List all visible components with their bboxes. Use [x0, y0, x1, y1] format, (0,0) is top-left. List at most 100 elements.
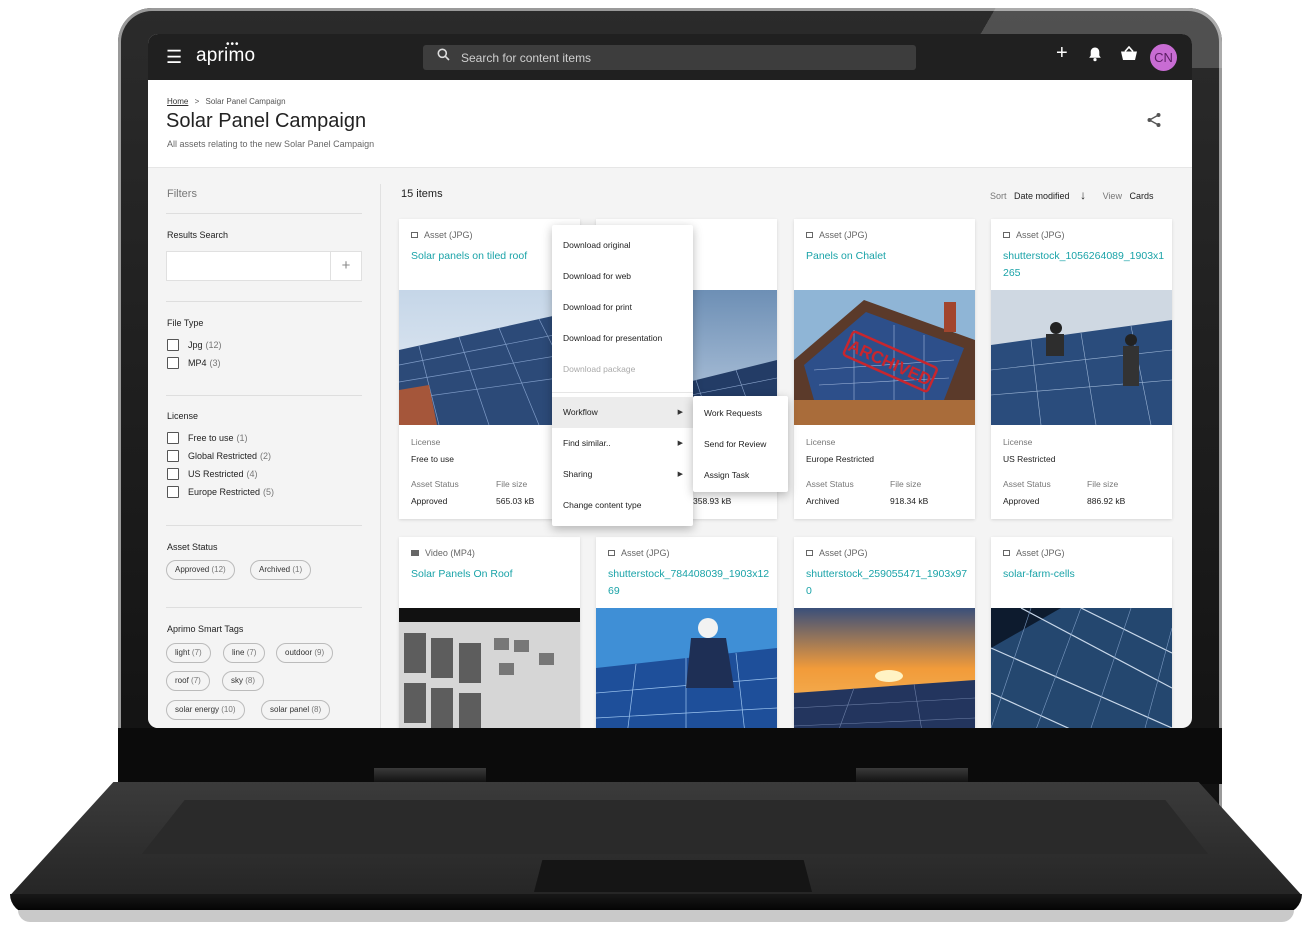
checkbox[interactable]	[167, 339, 179, 351]
filter-license-global[interactable]: Global Restricted (2)	[167, 450, 271, 462]
license-heading: License	[167, 411, 199, 421]
asset-title-link[interactable]: shutterstock_784408039_1903x1269	[608, 566, 770, 600]
menu-item-change-content-type[interactable]: Change content type	[552, 490, 693, 521]
checkbox[interactable]	[167, 432, 179, 444]
add-search-button[interactable]: +	[330, 252, 361, 280]
menu-item-download-print[interactable]: Download for print	[552, 292, 693, 323]
view-dropdown[interactable]: Cards	[1129, 191, 1153, 201]
asset-title-link[interactable]: Solar Panels On Roof	[411, 566, 573, 583]
items-count: 15 items	[401, 188, 443, 200]
image-type-icon	[1003, 550, 1010, 556]
filter-label: Europe Restricted	[188, 487, 261, 497]
breadcrumb-current: Solar Panel Campaign	[205, 97, 286, 106]
asset-title-link[interactable]: shutterstock_1056264089_1903x1265	[1003, 248, 1165, 282]
laptop-chin	[118, 728, 1222, 784]
tag-chip-roof[interactable]: roof (7)	[166, 671, 210, 691]
asset-card[interactable]: Asset (JPG) shutterstock_259055471_1903x…	[794, 537, 975, 728]
image-type-icon	[608, 550, 615, 556]
sort-direction-icon[interactable]: ↓	[1080, 188, 1086, 202]
filter-count: (1)	[236, 433, 248, 443]
tag-chip-sky[interactable]: sky (8)	[222, 671, 265, 691]
workflow-submenu: Work Requests Send for Review Assign Tas…	[693, 396, 788, 492]
license-value: Europe Restricted	[806, 454, 875, 464]
logo-dots: •••	[226, 39, 240, 50]
menu-item-workflow[interactable]: Workflow ▶	[552, 397, 693, 428]
user-avatar[interactable]: CN	[1150, 44, 1177, 71]
submenu-item-assign-task[interactable]: Assign Task	[693, 460, 788, 491]
chevron-right-icon: ▶	[677, 409, 683, 416]
checkbox[interactable]	[167, 486, 179, 498]
add-icon[interactable]: +	[1056, 43, 1068, 63]
basket-icon[interactable]	[1120, 45, 1138, 67]
menu-item-sharing[interactable]: Sharing ▶	[552, 459, 693, 490]
menu-item-download-presentation[interactable]: Download for presentation	[552, 323, 693, 354]
app-screen: ☰ aprimo ••• + CN Home > Solar	[148, 34, 1192, 728]
asset-thumbnail[interactable]: ARCHIVED	[794, 290, 975, 425]
checkbox[interactable]	[167, 450, 179, 462]
asset-type: Asset (JPG)	[1003, 230, 1065, 240]
chip-label: Approved	[175, 565, 210, 574]
tag-chip-outdoor[interactable]: outdoor (9)	[276, 643, 334, 663]
filter-license-us[interactable]: US Restricted (4)	[167, 468, 258, 480]
asset-card[interactable]: Asset (JPG) shutterstock_784408039_1903x…	[596, 537, 777, 728]
global-search[interactable]	[423, 45, 916, 70]
tag-chip-solar-energy[interactable]: solar energy (10)	[166, 700, 245, 720]
trackpad	[534, 860, 812, 892]
share-icon[interactable]	[1146, 112, 1162, 133]
status-chip-approved[interactable]: Approved (12)	[166, 560, 235, 580]
chip-label: Archived	[259, 565, 291, 574]
chevron-right-icon: ▶	[677, 471, 683, 478]
tag-chip-light[interactable]: light (7)	[166, 643, 211, 663]
asset-card[interactable]: Asset (JPG) Panels on Chalet ARCHIVED Li…	[794, 219, 975, 519]
filter-count: (3)	[209, 358, 221, 368]
menu-item-download-original[interactable]: Download original	[552, 230, 693, 261]
menu-item-label: Find similar..	[563, 438, 611, 448]
search-input[interactable]	[461, 45, 901, 70]
breadcrumb-home-link[interactable]: Home	[167, 97, 188, 106]
filter-file-type-jpg[interactable]: Jpg (12)	[167, 339, 222, 351]
chip-count: (12)	[211, 565, 226, 574]
filter-count: (5)	[263, 487, 275, 497]
asset-thumbnail[interactable]	[991, 608, 1172, 728]
asset-title-link[interactable]: Solar panels on tiled roof	[411, 248, 573, 265]
asset-card[interactable]: Video (MP4) Solar Panels On Roof	[399, 537, 580, 728]
license-value: US Restricted	[1003, 454, 1056, 464]
asset-title-link[interactable]: Panels on Chalet	[806, 248, 968, 265]
filter-file-type-mp4[interactable]: MP4 (3)	[167, 357, 221, 369]
asset-thumbnail[interactable]	[596, 608, 777, 728]
chip-count: (8)	[245, 676, 256, 685]
filter-license-free[interactable]: Free to use (1)	[167, 432, 248, 444]
hamburger-menu-icon[interactable]: ☰	[166, 47, 186, 67]
status-chip-archived[interactable]: Archived (1)	[250, 560, 312, 580]
menu-item-find-similar[interactable]: Find similar.. ▶	[552, 428, 693, 459]
file-size-label: File size	[890, 479, 922, 489]
menu-item-download-web[interactable]: Download for web	[552, 261, 693, 292]
checkbox[interactable]	[167, 357, 179, 369]
asset-card[interactable]: Asset (JPG) solar-farm-cells	[991, 537, 1172, 728]
results-search-input[interactable]: +	[166, 251, 362, 281]
file-size-value: 358.93 kB	[693, 496, 732, 506]
sort-dropdown[interactable]: Date modified	[1014, 191, 1070, 201]
filter-license-europe[interactable]: Europe Restricted (5)	[167, 486, 274, 498]
breadcrumb-separator: >	[194, 97, 200, 106]
tag-chip-line[interactable]: line (7)	[223, 643, 266, 663]
submenu-item-work-requests[interactable]: Work Requests	[693, 398, 788, 429]
asset-thumbnail[interactable]	[399, 608, 580, 728]
asset-status-label: Asset Status	[411, 479, 459, 489]
chip-count: (7)	[191, 676, 201, 685]
bell-icon[interactable]	[1088, 46, 1102, 68]
asset-type: Asset (JPG)	[608, 548, 670, 558]
filters-sidebar: Filters Results Search + File Type Jpg (1…	[148, 168, 380, 728]
menu-item-download-package: Download package	[563, 364, 636, 374]
asset-title-link[interactable]: shutterstock_259055471_1903x970	[806, 566, 968, 600]
divider	[166, 395, 362, 396]
asset-thumbnail[interactable]	[991, 290, 1172, 425]
tag-chip-solar-panel[interactable]: solar panel (8)	[261, 700, 331, 720]
checkbox[interactable]	[167, 468, 179, 480]
view-label: View	[1102, 191, 1122, 201]
asset-card[interactable]: Asset (JPG) shutterstock_1056264089_1903…	[991, 219, 1172, 519]
submenu-item-send-for-review[interactable]: Send for Review	[693, 429, 788, 460]
asset-status-label: Asset Status	[806, 479, 854, 489]
asset-title-link[interactable]: solar-farm-cells	[1003, 566, 1165, 583]
asset-thumbnail[interactable]	[794, 608, 975, 728]
